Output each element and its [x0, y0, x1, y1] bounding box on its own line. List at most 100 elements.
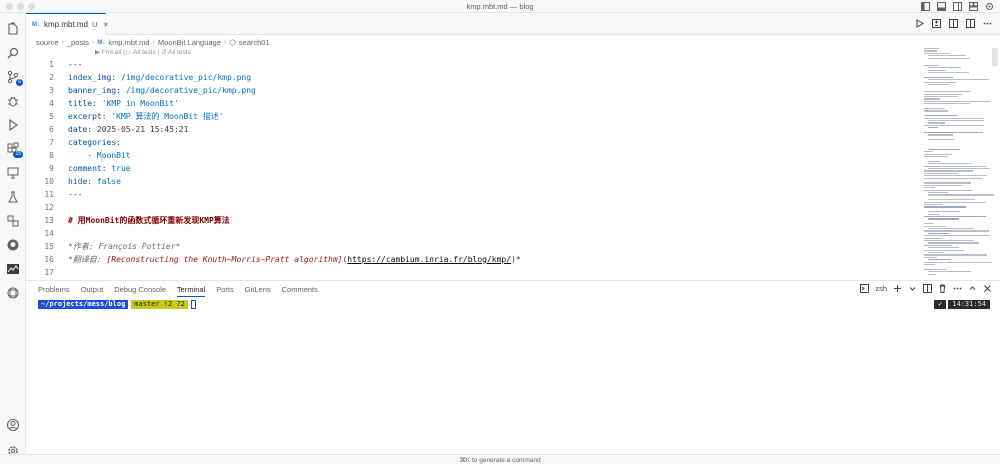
- debug-bug-icon[interactable]: [6, 94, 20, 108]
- split-terminal-icon[interactable]: [923, 284, 932, 293]
- tab-kmp-mbt-md[interactable]: M↓ kmp.mbt.md U ×: [26, 13, 108, 35]
- code-line[interactable]: 4 title: 'KMP in MoonBit': [26, 97, 922, 110]
- tab-problems[interactable]: Problems: [38, 285, 70, 297]
- trash-icon[interactable]: [938, 284, 947, 293]
- more-actions-icon[interactable]: [983, 19, 992, 28]
- source-control-icon[interactable]: 6: [6, 70, 23, 86]
- minimap-line: [924, 201, 987, 203]
- testing-flask-icon[interactable]: [6, 190, 20, 204]
- minimap-line: [924, 98, 940, 100]
- breadcrumb-item[interactable]: _posts: [67, 38, 89, 47]
- line-content: ---: [68, 188, 82, 201]
- extensions-icon[interactable]: 15: [6, 142, 23, 158]
- breadcrumb-item[interactable]: MoonBit Language: [158, 38, 221, 47]
- tab-ports[interactable]: Ports: [216, 285, 234, 297]
- line-content: hide: false: [68, 175, 121, 188]
- code-line[interactable]: 11 ---: [26, 188, 922, 201]
- line-content: title: 'KMP in MoonBit': [68, 97, 179, 110]
- code-line[interactable]: 14: [26, 227, 922, 240]
- github-icon[interactable]: [6, 238, 20, 252]
- minimap-line: [928, 252, 945, 254]
- customize-layout-icon[interactable]: [969, 2, 978, 11]
- remote-explorer-icon[interactable]: [6, 166, 20, 180]
- code-line[interactable]: 13 # 用MoonBit的函数式循环重新发现KMP算法: [26, 214, 922, 227]
- tab-gitlens[interactable]: GitLens: [245, 285, 271, 297]
- code-line[interactable]: 12: [26, 201, 922, 214]
- terminal-prompt[interactable]: ~/projects/mess/blog master !2 ?2: [38, 299, 196, 309]
- minimap-line: [924, 268, 947, 270]
- line-number: 3: [49, 86, 54, 95]
- close-tab-icon[interactable]: ×: [103, 20, 108, 29]
- open-preview-icon[interactable]: [949, 19, 958, 28]
- code-token: )*: [511, 255, 521, 264]
- toggle-secondary-sidebar-icon[interactable]: [953, 2, 962, 11]
- minimap-line: [924, 81, 957, 83]
- explorer-icon[interactable]: [6, 22, 20, 36]
- generate-command-hint[interactable]: ⌘K to generate a command: [0, 456, 1000, 464]
- run-debug-icon[interactable]: [6, 118, 20, 132]
- code-line[interactable]: 6 date: 2025-05-21 15:45:21: [26, 123, 922, 136]
- minimap[interactable]: [922, 48, 998, 278]
- code-token: hide: [68, 177, 88, 186]
- chevron-right-icon: ›: [61, 39, 64, 46]
- minimap-line: [928, 218, 960, 220]
- code-line[interactable]: 10 hide: false: [26, 175, 922, 188]
- minimap-line: [924, 96, 959, 98]
- symbol-icon: ⬡: [229, 38, 236, 47]
- toggle-panel-icon[interactable]: [937, 2, 946, 11]
- open-changes-icon[interactable]: [932, 19, 941, 28]
- tab-comments[interactable]: Comments: [282, 285, 318, 297]
- code-line[interactable]: 5 excerpt: 'KMP 算法的 MoonBit 描述': [26, 110, 922, 123]
- tab-output[interactable]: Output: [81, 285, 104, 297]
- code-token: 'KMP 算法的 MoonBit 描述': [111, 112, 224, 121]
- settings-gear-icon[interactable]: [985, 2, 994, 11]
- maximize-panel-icon[interactable]: [968, 284, 977, 293]
- minimap-line: [924, 175, 987, 177]
- code-line[interactable]: 9 comment: true: [26, 162, 922, 175]
- accounts-icon[interactable]: [6, 418, 20, 432]
- docker-icon[interactable]: [6, 214, 20, 228]
- minimap-line: [924, 52, 950, 54]
- code-line[interactable]: 15 *作者: François Pottier*: [26, 240, 922, 253]
- code-token: date: [68, 125, 88, 134]
- minimap-line: [928, 134, 953, 136]
- line-number: 17: [44, 268, 54, 277]
- search-icon[interactable]: [6, 46, 20, 60]
- code-line[interactable]: 16 *翻译自: [Reconstructing the Knuth–Morris…: [26, 253, 922, 266]
- code-token: /img/decorative_pic/kmp.png: [125, 86, 256, 95]
- gitlens-graph-icon[interactable]: [6, 262, 20, 276]
- code-editor[interactable]: 1 --- 2 index_img: /img/decorative_pic/kmp.…: [26, 56, 922, 278]
- code-line[interactable]: 1 ---: [26, 58, 922, 71]
- code-line[interactable]: 2 index_img: /img/decorative_pic/kmp.png: [26, 71, 922, 84]
- moonbit-icon[interactable]: [6, 286, 20, 300]
- code-line[interactable]: 17: [26, 266, 922, 278]
- minimap-line: [928, 271, 972, 273]
- codelens-actions[interactable]: ▶ Fmt all | ▷ All tests | ↺ All tests: [95, 48, 191, 56]
- split-editor-icon[interactable]: [966, 19, 975, 28]
- line-content: excerpt: 'KMP 算法的 MoonBit 描述': [68, 110, 224, 123]
- tab-debug-console[interactable]: Debug Console: [114, 285, 166, 297]
- run-icon[interactable]: [915, 19, 924, 28]
- minimap-line: [928, 168, 990, 170]
- breadcrumb-item[interactable]: search01: [239, 38, 270, 47]
- minimap-line: [928, 72, 969, 74]
- tab-terminal[interactable]: Terminal: [176, 285, 206, 297]
- toggle-primary-sidebar-icon[interactable]: [921, 2, 930, 11]
- code-line[interactable]: 7 categories:: [26, 136, 922, 149]
- code-token: [Reconstructing the Knuth–Morris–Pratt a…: [106, 255, 343, 264]
- minimap-line: [924, 187, 936, 189]
- scrollbar-thumb[interactable]: [992, 48, 998, 66]
- terminal-right-prompt: ✓ 14:31:54: [934, 299, 990, 309]
- line-number: 5: [49, 112, 54, 121]
- breadcrumb-item[interactable]: kmp.mbt.md: [108, 38, 149, 47]
- minimap-line: [924, 110, 948, 112]
- code-line[interactable]: 3 banner_img: /img/decorative_pic/kmp.png: [26, 84, 922, 97]
- close-panel-icon[interactable]: [983, 284, 992, 293]
- more-actions-icon[interactable]: [953, 284, 962, 293]
- minimap-line: [928, 273, 936, 275]
- code-line[interactable]: 8 - MoonBit: [26, 149, 922, 162]
- terminal-shell-name[interactable]: zsh: [875, 284, 887, 293]
- breadcrumb-item[interactable]: source: [36, 38, 59, 47]
- new-terminal-plus-icon[interactable]: [893, 284, 902, 293]
- chevron-down-icon[interactable]: [908, 284, 917, 293]
